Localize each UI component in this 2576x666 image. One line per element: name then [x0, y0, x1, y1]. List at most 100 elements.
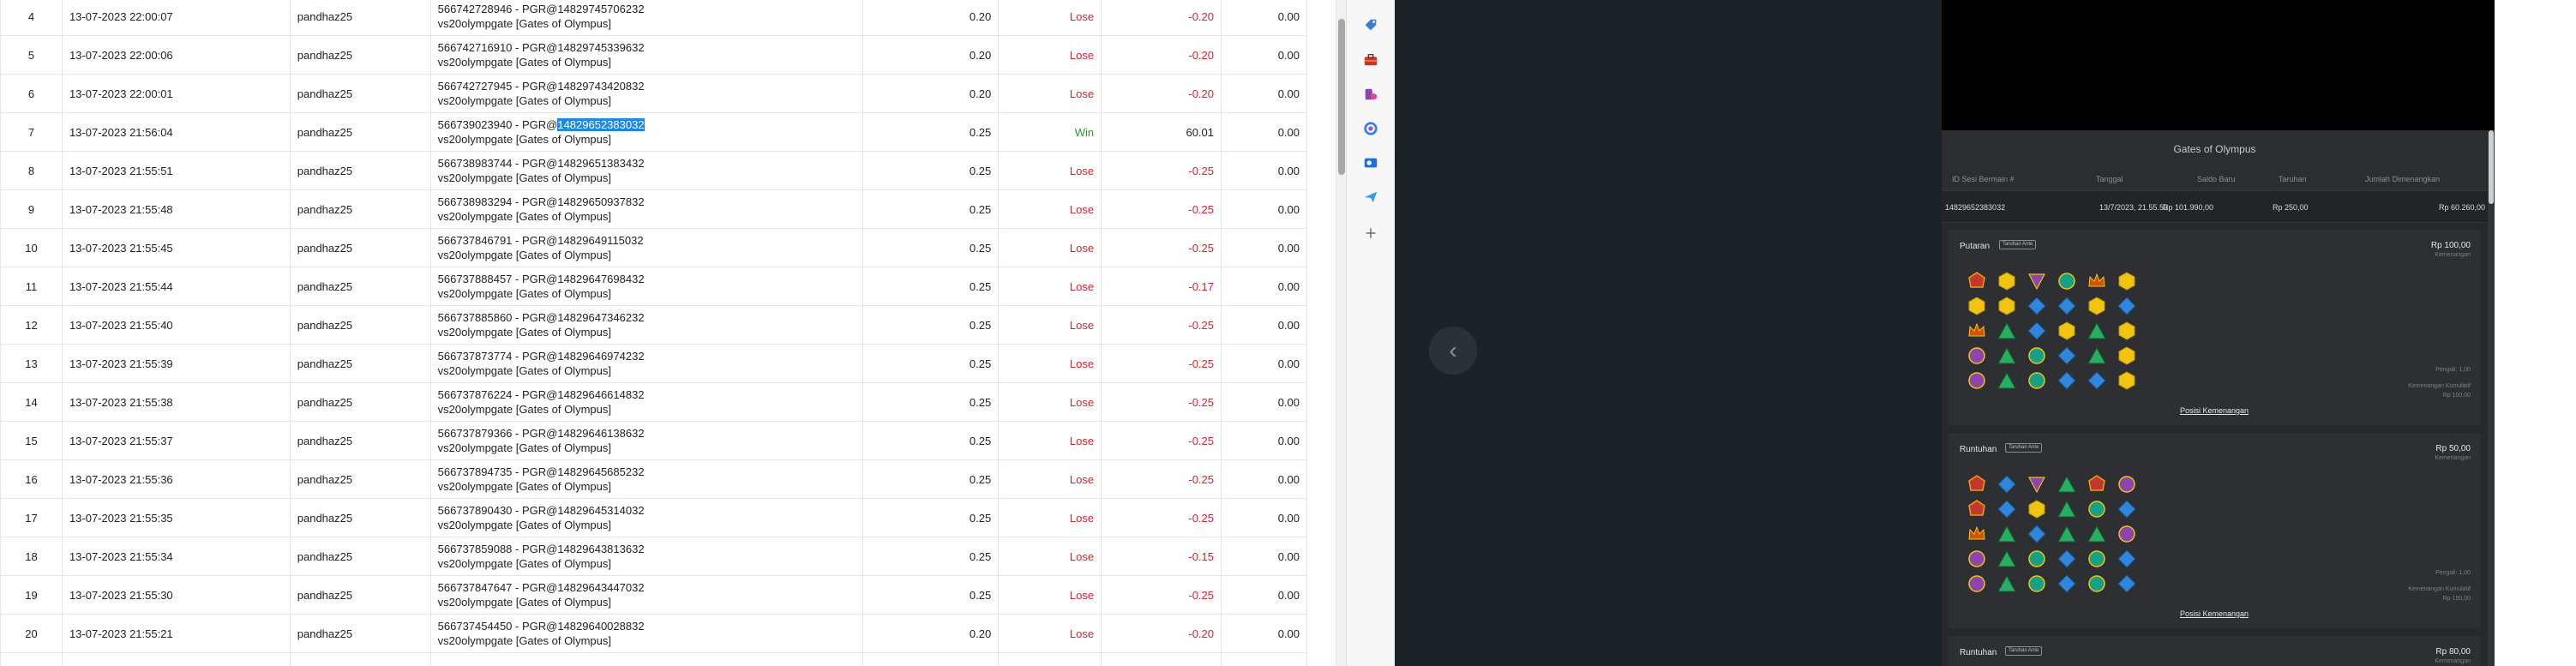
round-amount: Rp 80,00: [2435, 647, 2471, 657]
table-row[interactable]: 18 13-07-2023 21:55:34 pandhaz25 5667378590…: [0, 537, 1307, 576]
game-transaction-id[interactable]: 566737894735 - PGR@14829645685232: [438, 465, 856, 479]
game-name: vs20olympgate [Gates of Olympus]: [437, 403, 611, 416]
game-transaction-id[interactable]: 566737885860 - PGR@14829647346232: [438, 310, 856, 325]
round-card: Runtuhan Taruhan Ante Rp 80,00 Kemenanga…: [1949, 636, 2481, 666]
game-transaction-id[interactable]: 566737454450 - PGR@14829640028832: [438, 619, 856, 633]
row-bet: 0.20: [862, 35, 1000, 75]
round-card: Runtuhan Taruhan Ante Rp 50,00 Kemenanga…: [1949, 433, 2481, 628]
transaction-id-prefix: 566739023940 - PGR@: [437, 118, 558, 131]
table-row[interactable]: 20 13-07-2023 21:55:21 pandhaz25 5667374544…: [0, 614, 1307, 653]
outlook-icon[interactable]: [1362, 154, 1379, 171]
game-transaction-id[interactable]: 566737859088 - PGR@14829643813632: [438, 542, 856, 556]
row-bet: 0.25: [862, 112, 1000, 152]
add-icon[interactable]: [1362, 225, 1379, 242]
table-row[interactable]: 17 13-07-2023 21:55:35 pandhaz25 5667378904…: [0, 498, 1307, 537]
multiplier-label: Pengali: 1,00: [2435, 367, 2471, 373]
toolbox-icon[interactable]: [1362, 51, 1379, 69]
panel-scrollbar-thumb[interactable]: [2489, 130, 2494, 204]
gem-symbol-icon: [2117, 549, 2137, 569]
game-transaction-id[interactable]: 566739023940 - PGR@14829652383032: [438, 117, 856, 132]
table-row[interactable]: 5 13-07-2023 22:00:06 pandhaz25 56674271691…: [0, 35, 1307, 75]
table-row[interactable]: 15 13-07-2023 21:55:37 pandhaz25 5667378793…: [0, 421, 1307, 460]
game-transaction-id[interactable]: 566742728946 - PGR@14829745706232: [438, 2, 856, 16]
gem-symbol-icon: [1997, 524, 2017, 544]
table-row[interactable]: 6 13-07-2023 22:00:01 pandhaz25 56674272794…: [0, 74, 1307, 113]
table-row[interactable]: 4 13-07-2023 22:00:07 pandhaz25 56674272894…: [0, 0, 1307, 36]
selected-text[interactable]: 14829652383032: [557, 118, 645, 131]
winning-positions-link[interactable]: Posisi Kemenangan: [2171, 406, 2257, 415]
row-date: 13-07-2023 21:55:36: [61, 459, 291, 499]
tag-icon[interactable]: [1362, 17, 1379, 34]
row-winloss: -0.25: [1101, 459, 1222, 499]
table-row[interactable]: 16 13-07-2023 21:55:36 pandhaz25 5667378947…: [0, 459, 1307, 499]
gem-symbol-icon: [2027, 573, 2047, 594]
row-winloss: -0.25: [1101, 344, 1222, 383]
table-row[interactable]: 12 13-07-2023 21:55:40 pandhaz25 5667378858…: [0, 305, 1307, 345]
row-date: 13-07-2023 21:56:04: [61, 112, 291, 152]
game-transaction-id[interactable]: 566737847647 - PGR@14829643447032: [438, 580, 856, 595]
row-number: 4: [0, 0, 63, 36]
cumulative-label: Kemenangan Kumulatif: [2408, 586, 2471, 592]
game-transaction-id[interactable]: 566737879366 - PGR@14829646138632: [438, 426, 856, 441]
row-balance: 0.00: [1221, 151, 1307, 190]
gem-symbol-icon: [2087, 296, 2107, 316]
gem-symbol-icon: [2057, 499, 2077, 519]
gem-symbol-icon: [2117, 370, 2137, 391]
office-icon[interactable]: [1362, 120, 1379, 137]
game-transaction-id[interactable]: 566737873774 - PGR@14829646974232: [438, 349, 856, 363]
gem-symbol-icon: [2057, 345, 2077, 366]
round-tag: Taruhan Ante: [2005, 646, 2043, 656]
table-row[interactable]: 9 13-07-2023 21:55:48 pandhaz25 56673898329…: [0, 189, 1307, 229]
row-bet: 0.25: [862, 267, 1000, 306]
row-game-info: 566742716910 - PGR@14829745339632 vs20oly…: [429, 35, 864, 75]
row-number: [0, 652, 63, 666]
row-balance: 0.00: [1221, 74, 1307, 113]
page-scrollbar[interactable]: [1336, 0, 1346, 666]
send-icon[interactable]: [1362, 189, 1379, 206]
game-transaction-id[interactable]: 566742716910 - PGR@14829745339632: [438, 40, 856, 55]
panel-scrollbar[interactable]: [2488, 130, 2495, 666]
table-row[interactable]: 11 13-07-2023 21:55:44 pandhaz25 5667378884…: [0, 267, 1307, 306]
gem-symbol-icon: [2057, 271, 2077, 291]
game-transaction-id[interactable]: 566738983744 - PGR@14829651383432: [438, 156, 856, 171]
row-game-info: 566737846791 - PGR@14829649115032 vs20oly…: [429, 228, 864, 267]
gem-symbol-icon: [2087, 549, 2107, 569]
gem-symbol-icon: [1967, 321, 1987, 341]
row-username: pandhaz25: [289, 112, 431, 152]
game-transaction-id[interactable]: 566737846791 - PGR@14829649115032: [438, 233, 856, 248]
gem-symbol-icon: [2117, 321, 2137, 341]
game-transaction-id[interactable]: 566737876224 - PGR@14829646614832: [438, 387, 856, 402]
row-username: pandhaz25: [289, 151, 431, 190]
row-balance: 0.00: [1221, 112, 1307, 152]
gem-symbol-icon: [1997, 370, 2017, 391]
winning-positions-link[interactable]: Posisi Kemenangan: [2171, 609, 2257, 618]
table-row[interactable]: 566737218351 - PGR@14829638471432: [0, 652, 1307, 666]
game-transaction-id[interactable]: 566742727945 - PGR@14829743420832: [438, 79, 856, 93]
game-transaction-id[interactable]: 566738983294 - PGR@14829650937832: [438, 195, 856, 209]
gem-symbol-icon: [2087, 474, 2107, 495]
gem-symbol-icon: [2087, 573, 2107, 594]
games-icon[interactable]: [1362, 86, 1379, 103]
table-row[interactable]: 10 13-07-2023 21:55:45 pandhaz25 5667378467…: [0, 228, 1307, 267]
gem-symbol-icon: [1997, 271, 2017, 291]
table-row[interactable]: 13 13-07-2023 21:55:39 pandhaz25 5667378737…: [0, 344, 1307, 383]
symbol-grid: [1967, 271, 2147, 395]
page-scrollbar-thumb[interactable]: [1338, 19, 1345, 175]
gem-symbol-icon: [2057, 321, 2077, 341]
row-winloss: -0.20: [1101, 35, 1222, 75]
game-transaction-id[interactable]: 566737890430 - PGR@14829645314032: [438, 503, 856, 518]
table-row[interactable]: 7 13-07-2023 21:56:04 pandhaz25 56673902394…: [0, 112, 1307, 152]
row-bet: 0.25: [862, 459, 1000, 499]
cumulative-label: Kemenangan Kumulatif: [2408, 383, 2471, 389]
gem-symbol-icon: [1967, 499, 1987, 519]
back-button[interactable]: ‹: [1429, 327, 1477, 375]
row-result: [998, 652, 1102, 666]
row-username: pandhaz25: [289, 267, 431, 306]
table-row[interactable]: 14 13-07-2023 21:55:38 pandhaz25 5667378762…: [0, 382, 1307, 422]
dim-backdrop[interactable]: [1395, 0, 1943, 666]
table-row[interactable]: 19 13-07-2023 21:55:30 pandhaz25 5667378476…: [0, 575, 1307, 615]
row-bet: 0.25: [862, 421, 1000, 460]
game-transaction-id[interactable]: 566737888457 - PGR@14829647698432: [438, 272, 856, 286]
gem-symbol-icon: [2027, 499, 2047, 519]
table-row[interactable]: 8 13-07-2023 21:55:51 pandhaz25 56673898374…: [0, 151, 1307, 190]
